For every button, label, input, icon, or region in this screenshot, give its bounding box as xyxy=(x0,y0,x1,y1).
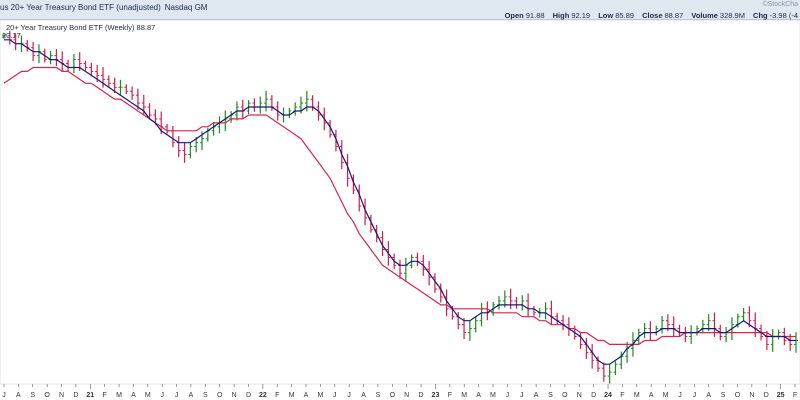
x-axis-month-label: D xyxy=(246,392,251,399)
x-axis-month-label: M xyxy=(317,392,323,399)
x-axis-month-label: D xyxy=(73,392,78,399)
price-plot: 20+ Year Treasury Bond ETF (Weekly) 88.8… xyxy=(0,19,800,399)
x-axis-month-label: A xyxy=(189,392,194,399)
x-axis-month-label: J xyxy=(347,392,351,399)
x-axis-month-label: N xyxy=(749,392,754,399)
x-axis-month-label: M xyxy=(634,392,640,399)
x-axis-month-label: M xyxy=(116,392,122,399)
x-axis-month-label: O xyxy=(217,392,223,399)
x-axis-month-label: F xyxy=(448,392,452,399)
x-axis-month-label: M xyxy=(145,392,151,399)
x-axis: J A S O N D 21 F M A M J J A S O N D 22 F M A M J J A S O N D 23 F M A M J J… xyxy=(2,384,797,399)
x-axis-month-label: S xyxy=(376,392,381,399)
x-axis-month-label: A xyxy=(131,392,136,399)
x-axis-month-label: A xyxy=(361,392,366,399)
x-axis-month-label: J xyxy=(693,392,697,399)
x-axis-month-label: M xyxy=(461,392,467,399)
x-axis-month-label: F xyxy=(620,392,624,399)
x-axis-month-label: N xyxy=(404,392,409,399)
x-axis-month-label: A xyxy=(649,392,654,399)
x-axis-month-label: J xyxy=(333,392,337,399)
x-axis-month-label: N xyxy=(577,392,582,399)
x-axis-year-label: 22 xyxy=(259,392,267,399)
x-axis-month-label: J xyxy=(175,392,179,399)
x-axis-month-label: D xyxy=(764,392,769,399)
x-axis-month-label: F xyxy=(103,392,107,399)
x-axis-month-label: J xyxy=(2,392,6,399)
x-axis-month-label: S xyxy=(548,392,553,399)
x-axis-month-label: J xyxy=(160,392,164,399)
x-axis-month-label: D xyxy=(419,392,424,399)
x-axis-month-label: A xyxy=(304,392,309,399)
x-axis-month-label: F xyxy=(275,392,279,399)
x-axis-month-label: D xyxy=(591,392,596,399)
x-axis-month-label: O xyxy=(390,392,396,399)
x-axis-month-label: S xyxy=(30,392,35,399)
x-axis-month-label: O xyxy=(735,392,741,399)
x-axis-month-label: J xyxy=(520,392,524,399)
x-axis-month-label: J xyxy=(506,392,510,399)
x-axis-month-label: N xyxy=(232,392,237,399)
x-axis-month-label: A xyxy=(534,392,539,399)
chart: us 20+ Year Treasury Bond ETF (unadjuste… xyxy=(0,0,800,400)
x-axis-month-label: A xyxy=(476,392,481,399)
x-axis-year-label: 25 xyxy=(777,392,785,399)
x-axis-month-label: M xyxy=(289,392,295,399)
x-axis-month-label: O xyxy=(562,392,568,399)
x-axis-month-label: S xyxy=(203,392,208,399)
x-axis-month-label: F xyxy=(793,392,797,399)
x-axis-month-label: J xyxy=(678,392,682,399)
x-axis-month-label: A xyxy=(16,392,21,399)
x-axis-year-label: 23 xyxy=(432,392,440,399)
x-axis-month-label: N xyxy=(59,392,64,399)
x-axis-month-label: S xyxy=(721,392,726,399)
series-title: 20+ Year Treasury Bond ETF (Weekly) 88.8… xyxy=(6,23,155,32)
x-axis-year-label: 24 xyxy=(604,392,612,399)
x-axis-month-label: M xyxy=(663,392,669,399)
x-axis-month-label: M xyxy=(490,392,496,399)
x-axis-month-label: O xyxy=(44,392,50,399)
x-axis-year-label: 21 xyxy=(86,392,94,399)
x-axis-month-label: A xyxy=(706,392,711,399)
